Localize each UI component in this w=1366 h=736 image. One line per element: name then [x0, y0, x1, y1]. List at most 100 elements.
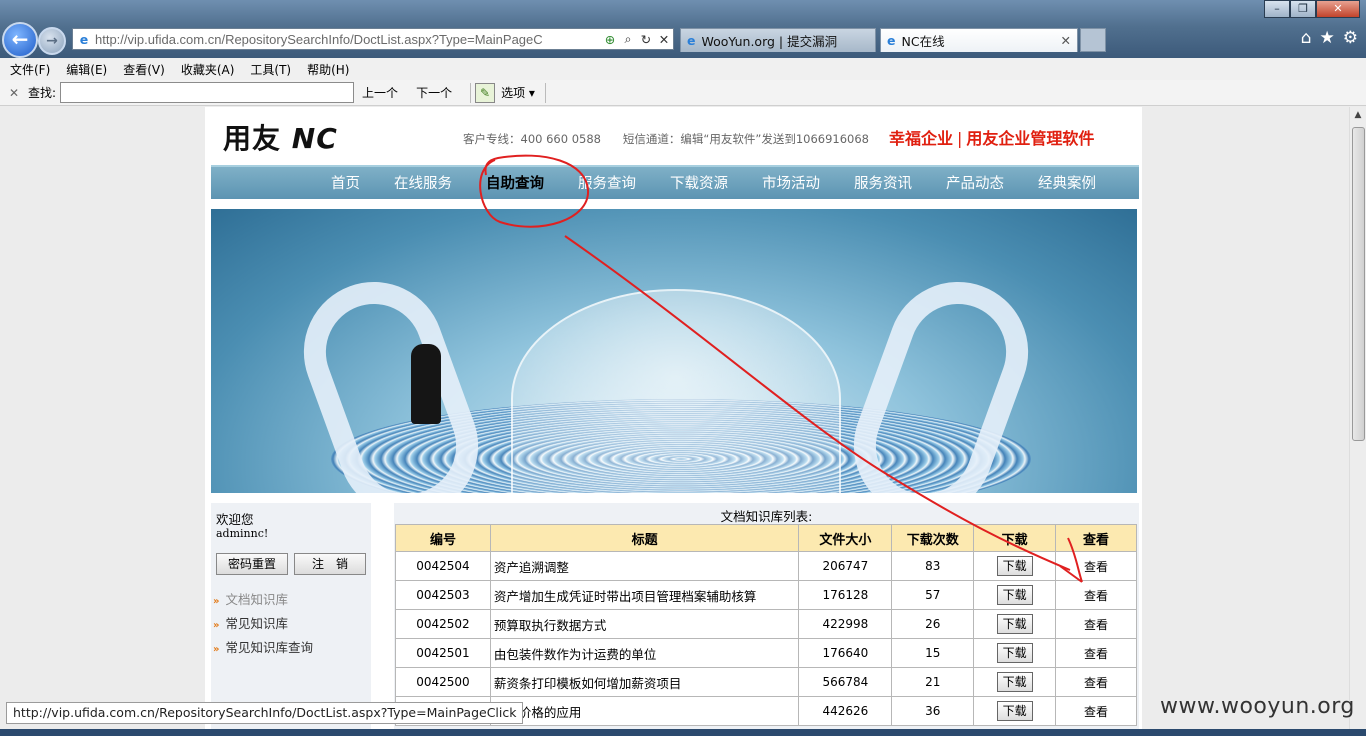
highlight-pencil-icon[interactable]: ✎: [475, 82, 496, 103]
find-prev-button[interactable]: 上一个: [362, 84, 398, 101]
nav-home[interactable]: 首页: [331, 172, 360, 193]
reset-password-button[interactable]: 密码重置: [216, 553, 288, 575]
forward-button[interactable]: →: [38, 27, 66, 55]
menu-help[interactable]: 帮助(H): [307, 61, 349, 78]
nav-classic-cases[interactable]: 经典案例: [1038, 172, 1096, 193]
contact-info: 客户专线：400 660 0588 短信通道：编辑“用友软件”发送到106691…: [463, 132, 869, 146]
download-button[interactable]: 下载: [996, 556, 1033, 576]
document-table: 编号 标题 文件大小 下载次数 下载 查看 0042504 资产追溯调整 20674…: [395, 524, 1137, 726]
menu-file[interactable]: 文件(F): [10, 61, 50, 78]
doc-id: 0042501: [395, 638, 491, 668]
view-link[interactable]: 查看: [1055, 667, 1137, 697]
add-icon[interactable]: ⊕: [601, 32, 619, 47]
ie-page-icon: e: [79, 31, 89, 47]
doc-download-cell: 下载: [973, 638, 1057, 668]
back-button[interactable]: ←: [2, 22, 38, 58]
sidebar-item-doc-kb[interactable]: » 文档知识库: [213, 589, 313, 608]
doc-download-count: 26: [891, 609, 975, 639]
doc-download-count: 57: [891, 580, 975, 610]
close-tab-icon[interactable]: ✕: [1061, 33, 1071, 48]
nav-product-news[interactable]: 产品动态: [946, 172, 1004, 193]
doc-list-title: 文档知识库列表:: [720, 509, 813, 524]
watermark: www.wooyun.org: [1160, 694, 1355, 719]
nav-downloads[interactable]: 下载资源: [670, 172, 728, 193]
find-separator: [470, 82, 472, 103]
tab-wooyun[interactable]: e WooYun.org | 提交漏洞: [680, 28, 876, 52]
nav-online-service[interactable]: 在线服务: [394, 172, 452, 193]
slogan-left: 幸福企业: [889, 129, 954, 148]
table-row: 0042503 资产增加生成凭证时带出项目管理档案辅助核算 176128 57 下载 查看: [395, 580, 1137, 610]
double-arrow-icon: »: [213, 620, 220, 631]
home-icon[interactable]: ⌂: [1301, 28, 1312, 48]
banner-person: [411, 344, 441, 424]
search-icon[interactable]: ⌕: [619, 31, 637, 47]
view-link[interactable]: 查看: [1055, 580, 1137, 610]
table-header-row: 编号 标题 文件大小 下载次数 下载 查看: [395, 524, 1137, 552]
table-row: 0042500 薪资条打印模板如何增加薪资项目 566784 21 下载 查看: [395, 667, 1137, 697]
tab-nc-online[interactable]: e NC在线 ✕: [880, 28, 1078, 52]
find-input[interactable]: [60, 82, 355, 103]
doc-title[interactable]: 预算取执行数据方式: [489, 609, 800, 639]
nav-market-events[interactable]: 市场活动: [762, 172, 820, 193]
download-button[interactable]: 下载: [996, 701, 1033, 721]
minimize-button[interactable]: –: [1264, 0, 1290, 18]
doc-size: 422998: [798, 609, 893, 639]
view-link[interactable]: 查看: [1055, 638, 1137, 668]
nav-service-query[interactable]: 服务查询: [578, 172, 636, 193]
view-link[interactable]: 查看: [1055, 696, 1137, 726]
find-next-button[interactable]: 下一个: [416, 84, 452, 101]
view-link[interactable]: 查看: [1055, 609, 1137, 639]
vertical-scrollbar[interactable]: ▲: [1349, 107, 1366, 736]
col-header-count: 下载次数: [891, 524, 975, 552]
new-tab-button[interactable]: [1080, 28, 1106, 52]
download-button[interactable]: 下载: [996, 672, 1033, 692]
menu-edit[interactable]: 编辑(E): [66, 61, 107, 78]
tab-label: NC在线: [901, 34, 945, 49]
close-window-button[interactable]: ✕: [1316, 0, 1360, 18]
nav-self-query[interactable]: 自助查询: [486, 172, 544, 193]
menu-favorites[interactable]: 收藏夹(A): [181, 61, 235, 78]
logo-text: 用友: [223, 122, 282, 155]
welcome-label: 欢迎您: [216, 512, 254, 527]
download-button[interactable]: 下载: [996, 643, 1033, 663]
find-options-button[interactable]: 选项 ▾: [501, 84, 535, 101]
sidebar-item-faq-search[interactable]: » 常见知识库查询: [213, 637, 313, 656]
logo-nc: NC: [291, 122, 338, 155]
tools-gear-icon[interactable]: ⚙: [1343, 28, 1358, 48]
doc-title[interactable]: 资产追溯调整: [489, 551, 800, 581]
maximize-button[interactable]: ❐: [1290, 0, 1316, 18]
doc-title[interactable]: 销售价格的应用: [489, 696, 800, 726]
favorites-star-icon[interactable]: ★: [1320, 28, 1335, 48]
menu-view[interactable]: 查看(V): [123, 61, 165, 78]
banner-arrow-wave-left: [284, 262, 498, 493]
doc-title[interactable]: 资产增加生成凭证时带出项目管理档案辅助核算: [489, 580, 800, 610]
menu-tools[interactable]: 工具(T): [250, 61, 291, 78]
col-header-id: 编号: [395, 524, 491, 552]
address-url[interactable]: http://vip.ufida.com.cn/RepositorySearch…: [95, 32, 601, 47]
double-arrow-icon: »: [213, 644, 220, 655]
yonyou-nc-logo[interactable]: 用友 NC: [223, 117, 338, 157]
doc-id: 0042502: [395, 609, 491, 639]
nav-service-news[interactable]: 服务资讯: [854, 172, 912, 193]
sidebar-item-faq-kb[interactable]: » 常见知识库: [213, 613, 313, 632]
scroll-thumb[interactable]: [1352, 127, 1365, 441]
doc-download-cell: 下载: [973, 551, 1057, 581]
col-header-size: 文件大小: [798, 524, 893, 552]
doc-title[interactable]: 薪资条打印模板如何增加薪资项目: [489, 667, 800, 697]
close-find-icon[interactable]: ✕: [0, 86, 28, 100]
browser-titlebar: – ❐ ✕ ← → e http://vip.ufida.com.cn/Repo…: [0, 0, 1366, 58]
logout-button[interactable]: 注 销: [294, 553, 366, 575]
window-controls: – ❐ ✕: [1264, 0, 1360, 18]
scroll-up-arrow-icon[interactable]: ▲: [1350, 107, 1366, 124]
address-bar[interactable]: e http://vip.ufida.com.cn/RepositorySear…: [72, 28, 674, 50]
doc-download-cell: 下载: [973, 667, 1057, 697]
stop-icon[interactable]: ✕: [655, 32, 673, 47]
doc-download-cell: 下载: [973, 580, 1057, 610]
download-button[interactable]: 下载: [996, 585, 1033, 605]
refresh-icon[interactable]: ↻: [637, 32, 655, 47]
view-link[interactable]: 查看: [1055, 551, 1137, 581]
banner-glass-dome: [511, 289, 841, 493]
download-button[interactable]: 下载: [996, 614, 1033, 634]
slogan: 幸福企业 | 用友企业管理软件: [889, 129, 1095, 148]
doc-title[interactable]: 由包装件数作为计运费的单位: [489, 638, 800, 668]
